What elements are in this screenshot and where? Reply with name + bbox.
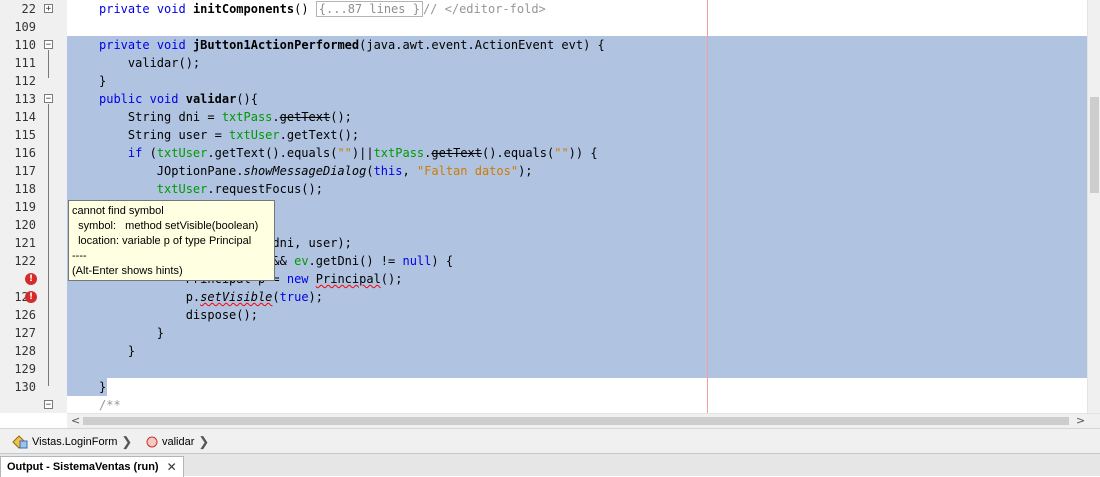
code-line: }	[99, 74, 107, 88]
code-line: if (txtUser.getText().equals("")||txtPas…	[127, 146, 598, 160]
code-line: /**	[99, 398, 121, 412]
fold-guide	[48, 104, 49, 386]
line-number: 120	[14, 218, 36, 232]
line-number: 109	[14, 20, 36, 34]
code-editor[interactable]: 22 109 110 111 112 113 114 115 116 117 1…	[0, 0, 1100, 413]
fold-expand-icon[interactable]: +	[44, 4, 53, 14]
error-tooltip: cannot find symbol symbol: method setVis…	[68, 200, 275, 281]
code-line: public void validar(){	[99, 92, 258, 106]
tooltip-line: location: variable p of type Principal	[72, 235, 252, 247]
code-line: }	[99, 380, 107, 394]
scroll-left-arrow[interactable]: <	[71, 414, 80, 427]
scroll-right-arrow[interactable]: >	[1076, 414, 1085, 427]
line-number: 116	[14, 146, 36, 160]
line-number: 121	[14, 236, 36, 250]
fold-guide	[48, 50, 49, 78]
tooltip-line: symbol: method setVisible(boolean)	[72, 220, 259, 232]
right-margin-guide	[707, 0, 708, 413]
fold-collapse-icon[interactable]: −	[44, 94, 53, 104]
line-number: 118	[14, 182, 36, 196]
line-number: 130	[14, 380, 36, 394]
breadcrumb-label: Vistas.LoginForm	[32, 436, 118, 448]
code-line: JOptionPane.showMessageDialog(this, "Fal…	[99, 164, 533, 178]
fold-collapse-icon[interactable]: −	[44, 40, 53, 50]
breadcrumb: Vistas.LoginForm ❯ validar ❯	[0, 428, 1100, 453]
line-number: 128	[14, 344, 36, 358]
fold-collapse-icon[interactable]: −	[44, 400, 53, 410]
line-number: 110	[14, 38, 36, 52]
line-number: 122	[14, 254, 36, 268]
code-line: String dni = txtPass.getText();	[99, 110, 352, 124]
output-panel-bar: Output - SistemaVentas (run) ✕	[0, 453, 1100, 477]
editor-gutter: 22 109 110 111 112 113 114 115 116 117 1…	[0, 0, 67, 413]
code-line: private void initComponents() {...87 lin…	[99, 1, 546, 17]
line-number: 119	[14, 200, 36, 214]
tab-output-label: Output - SistemaVentas (run)	[7, 461, 159, 473]
line-number: 126	[14, 308, 36, 322]
close-icon[interactable]: ✕	[167, 460, 177, 474]
code-line: }	[99, 344, 136, 358]
tooltip-line: cannot find symbol	[72, 205, 164, 217]
breadcrumb-label: validar	[162, 436, 195, 448]
breadcrumb-item-class[interactable]: Vistas.LoginForm ❯	[12, 434, 132, 450]
vertical-scrollbar[interactable]	[1087, 0, 1100, 413]
chevron-right-icon: ❯	[121, 434, 133, 449]
horizontal-scroll-thumb[interactable]	[83, 417, 1069, 425]
breadcrumb-item-method[interactable]: validar ❯	[146, 434, 209, 450]
method-icon	[146, 436, 158, 448]
line-number: 117	[14, 164, 36, 178]
code-line: dispose();	[99, 308, 258, 322]
code-line: p.setVisible(true);	[99, 290, 323, 304]
error-icon[interactable]: !	[25, 291, 37, 303]
horizontal-scrollbar[interactable]: < >	[67, 413, 1100, 428]
line-number: 113	[14, 92, 36, 106]
code-line: }	[99, 326, 165, 340]
line-number: 22	[21, 2, 36, 16]
tooltip-line: ----	[72, 250, 87, 262]
tab-output[interactable]: Output - SistemaVentas (run) ✕	[0, 456, 184, 477]
vertical-scroll-thumb[interactable]	[1090, 97, 1099, 193]
form-class-icon	[12, 435, 28, 449]
code-line: validar();	[99, 56, 201, 70]
line-number: 129	[14, 362, 36, 376]
line-number: 114	[14, 110, 36, 124]
line-number: 115	[14, 128, 36, 142]
chevron-right-icon: ❯	[198, 434, 210, 449]
line-number: 111	[14, 56, 36, 70]
code-line: String user = txtUser.getText();	[99, 128, 360, 142]
code-line: private void jButton1ActionPerformed(jav…	[99, 38, 605, 52]
error-icon[interactable]: !	[25, 273, 37, 285]
code-line: txtUser.requestFocus();	[156, 182, 323, 196]
tooltip-line: (Alt-Enter shows hints)	[72, 265, 183, 277]
line-number: 127	[14, 326, 36, 340]
line-number: 112	[14, 74, 36, 88]
